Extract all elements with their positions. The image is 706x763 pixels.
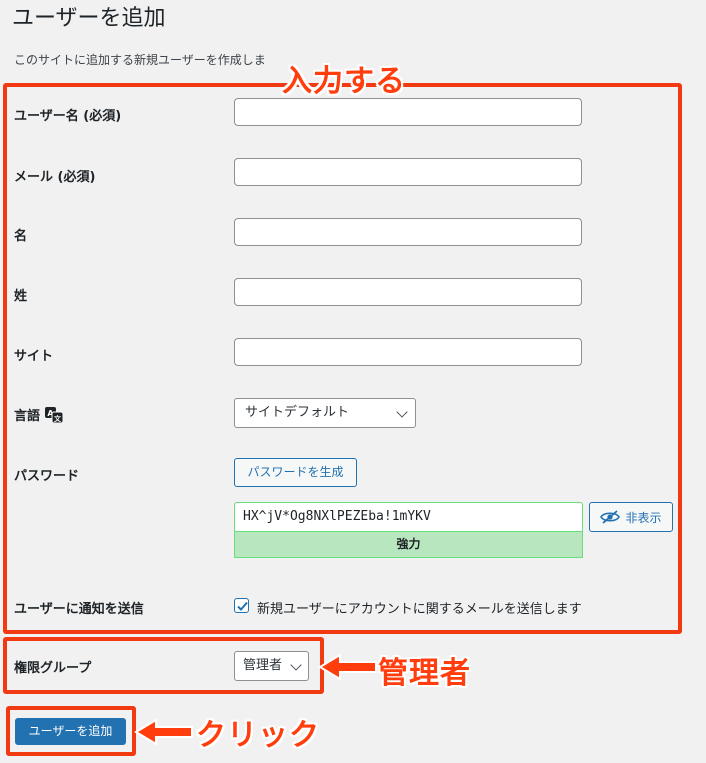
arrow-left-icon bbox=[318, 653, 377, 681]
input-callout: 入力する bbox=[282, 64, 406, 99]
input-highlight-box bbox=[3, 83, 682, 634]
page-description: このサイトに追加する新規ユーザーを作成しま bbox=[14, 53, 266, 67]
click-callout: クリック bbox=[196, 718, 320, 753]
submit-highlight-box bbox=[6, 706, 136, 756]
role-callout: 管理者 bbox=[378, 656, 471, 691]
arrow-left-icon bbox=[134, 718, 193, 746]
role-highlight-box bbox=[3, 637, 324, 694]
page-title: ユーザーを追加 bbox=[12, 6, 166, 31]
